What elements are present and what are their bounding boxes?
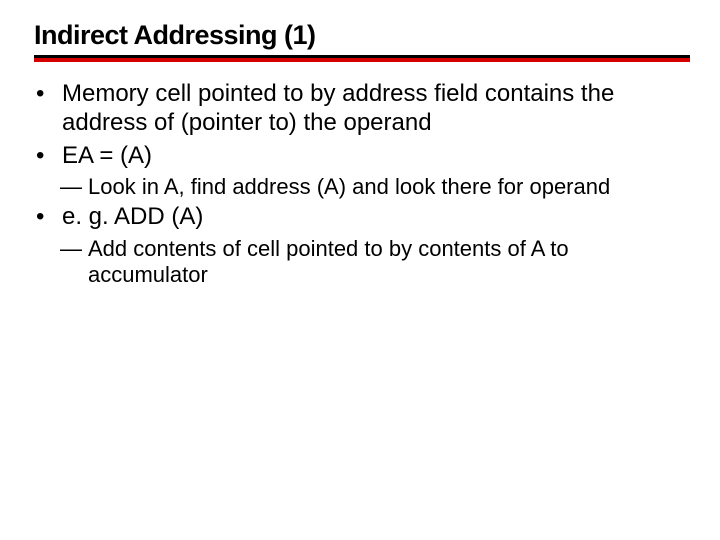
slide-title: Indirect Addressing (1) bbox=[34, 20, 690, 51]
slide: Indirect Addressing (1) • Memory cell po… bbox=[0, 0, 720, 320]
dash-icon: — bbox=[60, 236, 88, 262]
bullet-2: • EA = (A) bbox=[34, 142, 690, 171]
sub-bullet-3a: — Add contents of cell pointed to by con… bbox=[60, 236, 690, 289]
slide-body: • Memory cell pointed to by address fiel… bbox=[34, 80, 690, 288]
sub-bullet-2a-text: Look in A, find address (A) and look the… bbox=[88, 174, 690, 200]
bullet-icon: • bbox=[34, 203, 62, 232]
bullet-3-text: e. g. ADD (A) bbox=[62, 203, 690, 232]
bullet-1-text: Memory cell pointed to by address field … bbox=[62, 80, 690, 138]
title-rule bbox=[34, 55, 690, 62]
bullet-2-text: EA = (A) bbox=[62, 142, 690, 171]
rule-red bbox=[34, 58, 690, 62]
sub-bullet-3a-text: Add contents of cell pointed to by conte… bbox=[88, 236, 690, 289]
bullet-icon: • bbox=[34, 80, 62, 109]
dash-icon: — bbox=[60, 174, 88, 200]
bullet-1: • Memory cell pointed to by address fiel… bbox=[34, 80, 690, 138]
bullet-3: • e. g. ADD (A) bbox=[34, 203, 690, 232]
bullet-icon: • bbox=[34, 142, 62, 171]
sub-bullet-2a: — Look in A, find address (A) and look t… bbox=[60, 174, 690, 200]
